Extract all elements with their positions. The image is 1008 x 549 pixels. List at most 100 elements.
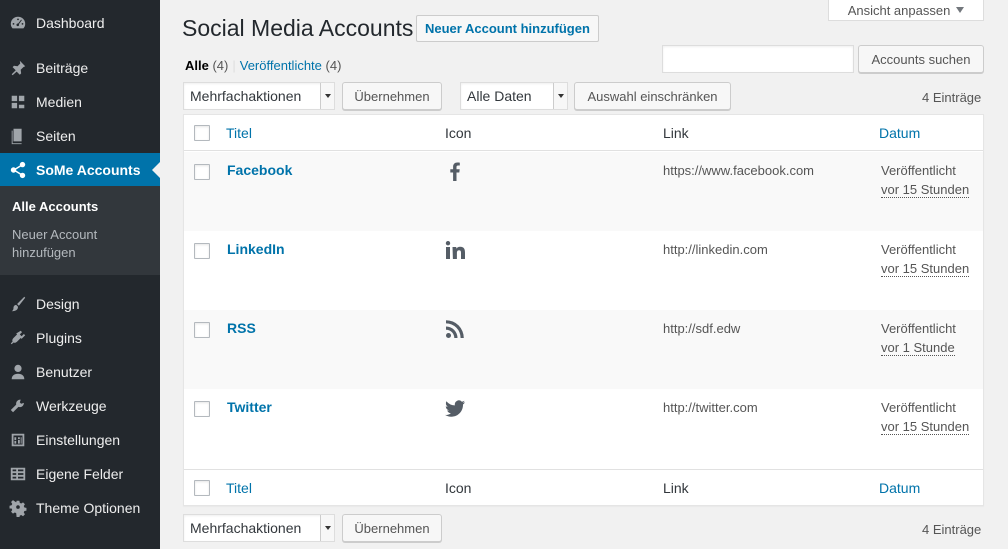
- filter-button[interactable]: Auswahl einschränken: [574, 82, 731, 110]
- facebook-icon: [444, 160, 466, 182]
- menu-label: Werkzeuge: [36, 398, 107, 414]
- filter-published-label: Veröffentlichte: [239, 58, 322, 73]
- select-arrow-icon: [320, 515, 334, 541]
- row-title-link[interactable]: Facebook: [227, 162, 292, 178]
- select-all-checkbox-footer[interactable]: [194, 480, 210, 496]
- media-icon: [0, 93, 36, 111]
- column-date-header[interactable]: Datum: [879, 125, 920, 141]
- search-button[interactable]: Accounts suchen: [858, 45, 984, 73]
- row-link: http://linkedin.com: [663, 242, 768, 257]
- menu-label: Theme Optionen: [36, 500, 141, 516]
- items-count-bottom: 4 Einträge: [922, 522, 982, 537]
- select-all-checkbox[interactable]: [194, 125, 210, 141]
- row-link: http://twitter.com: [663, 400, 758, 415]
- settings-sliders-icon: [0, 431, 36, 449]
- menu-eigene-felder[interactable]: Eigene Felder: [0, 457, 160, 491]
- bulk-actions-select-bottom[interactable]: Mehrfachaktionen: [183, 514, 335, 542]
- menu-werkzeuge[interactable]: Werkzeuge: [0, 389, 160, 423]
- accounts-table: Titel Icon Link Datum Facebook https://w…: [183, 114, 984, 506]
- admin-sidebar: Dashboard Beiträge Medien Seiten SoMe Ac…: [0, 0, 160, 549]
- submenu-some-accounts: Alle Accounts Neuer Account hinzufügen: [0, 186, 160, 275]
- menu-design[interactable]: Design: [0, 287, 160, 321]
- filter-all[interactable]: Alle (4): [185, 58, 228, 73]
- menu-label: Medien: [36, 94, 82, 110]
- user-icon: [0, 363, 36, 381]
- submenu-all-accounts[interactable]: Alle Accounts: [0, 198, 160, 216]
- row-checkbox[interactable]: [194, 322, 210, 338]
- row-time: vor 1 Stunde: [881, 340, 955, 356]
- menu-label: Plugins: [36, 330, 82, 346]
- linkedin-icon: [444, 239, 466, 261]
- table-header: Titel Icon Link Datum: [184, 115, 983, 151]
- screen-options-label: Ansicht anpassen: [847, 2, 951, 18]
- menu-benutzer[interactable]: Benutzer: [0, 355, 160, 389]
- row-title-link[interactable]: LinkedIn: [227, 241, 285, 257]
- row-time: vor 15 Stunden: [881, 419, 970, 435]
- row-checkbox[interactable]: [194, 401, 210, 417]
- rss-icon: [444, 318, 466, 340]
- apply-button-bottom[interactable]: Übernehmen: [342, 514, 442, 542]
- submenu-add-account[interactable]: Neuer Account hinzufügen: [0, 226, 160, 262]
- select-arrow-icon: [553, 83, 567, 109]
- brush-icon: [0, 295, 36, 313]
- wrench-icon: [0, 397, 36, 415]
- row-time: vor 15 Stunden: [881, 261, 970, 277]
- select-arrow-icon: [320, 83, 334, 109]
- row-checkbox[interactable]: [194, 164, 210, 180]
- bulk-actions-value: Mehrfachaktionen: [190, 520, 302, 536]
- column-title-header[interactable]: Titel: [226, 125, 252, 141]
- menu-label: Eigene Felder: [36, 466, 124, 482]
- row-link: https://www.facebook.com: [663, 163, 815, 178]
- add-new-account-button[interactable]: Neuer Account hinzufügen: [416, 15, 599, 42]
- table-footer: Titel Icon Link Datum: [184, 469, 983, 505]
- table-row: Twitter http://twitter.com Veröffentlich…: [184, 389, 983, 468]
- row-status: Veröffentlicht: [881, 163, 956, 178]
- row-title-link[interactable]: Twitter: [227, 399, 272, 415]
- row-title-link[interactable]: RSS: [227, 320, 256, 336]
- menu-theme-optionen[interactable]: Theme Optionen: [0, 491, 160, 525]
- menu-label: Dashboard: [36, 15, 105, 31]
- gear-icon: [0, 499, 36, 517]
- menu-medien[interactable]: Medien: [0, 85, 160, 119]
- search-input[interactable]: [662, 45, 854, 73]
- menu-beitraege[interactable]: Beiträge: [0, 51, 160, 85]
- bulk-actions-value: Mehrfachaktionen: [190, 88, 302, 104]
- menu-label: SoMe Accounts: [36, 162, 141, 178]
- bulk-actions-select-top[interactable]: Mehrfachaktionen: [183, 82, 335, 110]
- page-title: Social Media Accounts: [182, 15, 414, 41]
- menu-seiten[interactable]: Seiten: [0, 119, 160, 153]
- filter-published[interactable]: Veröffentlichte (4): [240, 58, 342, 73]
- filter-all-label: Alle: [185, 58, 209, 73]
- menu-label: Seiten: [36, 128, 76, 144]
- row-checkbox[interactable]: [194, 243, 210, 259]
- menu-dashboard[interactable]: Dashboard: [0, 6, 160, 40]
- items-count-top: 4 Einträge: [922, 90, 982, 105]
- table-row: LinkedIn http://linkedin.com Veröffentli…: [184, 231, 983, 310]
- menu-label: Design: [36, 296, 80, 312]
- dashboard-icon: [0, 14, 36, 32]
- filter-published-count: (4): [325, 58, 342, 73]
- menu-some-accounts[interactable]: SoMe Accounts: [0, 153, 160, 187]
- main-content: Ansicht anpassen Social Media Accounts N…: [160, 0, 1008, 549]
- menu-einstellungen[interactable]: Einstellungen: [0, 423, 160, 457]
- date-filter-value: Alle Daten: [467, 88, 532, 104]
- date-filter-select[interactable]: Alle Daten: [460, 82, 568, 110]
- column-icon-header: Icon: [445, 124, 472, 141]
- twitter-icon: [444, 397, 466, 419]
- table-row: RSS http://sdf.edw Veröffentlicht vor 1 …: [184, 310, 983, 389]
- column-title-footer[interactable]: Titel: [226, 480, 252, 496]
- status-filter: Alle (4) | Veröffentlichte (4): [185, 58, 341, 73]
- filter-all-count: (4): [212, 58, 229, 73]
- menu-plugins[interactable]: Plugins: [0, 321, 160, 355]
- row-status: Veröffentlicht: [881, 321, 956, 336]
- table-row: Facebook https://www.facebook.com Veröff…: [184, 152, 983, 231]
- share-icon: [0, 161, 36, 179]
- screen-options-toggle[interactable]: Ansicht anpassen: [828, 0, 984, 21]
- column-icon-footer: Icon: [445, 479, 472, 496]
- row-link: http://sdf.edw: [663, 321, 741, 336]
- caret-down-icon: [956, 7, 965, 13]
- row-status: Veröffentlicht: [881, 400, 956, 415]
- apply-button-top[interactable]: Übernehmen: [342, 82, 442, 110]
- column-date-footer[interactable]: Datum: [879, 480, 920, 496]
- filter-separator: |: [232, 58, 236, 73]
